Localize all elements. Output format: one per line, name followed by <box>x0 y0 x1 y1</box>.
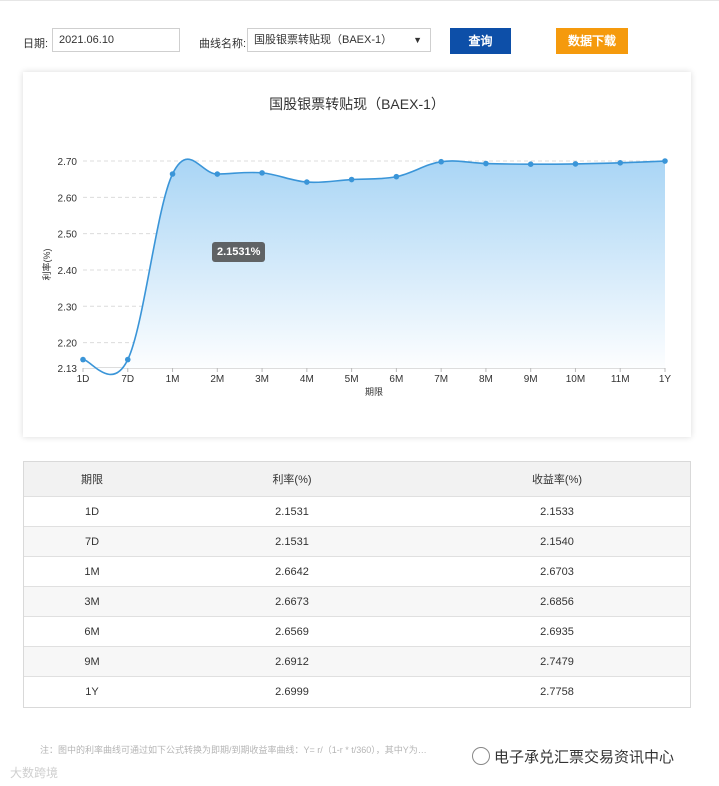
data-point <box>124 356 131 363</box>
data-point <box>80 356 86 363</box>
date-input[interactable]: 2021.06.10 <box>52 28 180 52</box>
date-label: 日期: <box>23 38 49 50</box>
x-tick-label: 5M <box>345 374 359 385</box>
curve-name-label: 曲线名称: <box>199 38 247 50</box>
wechat-logo-icon <box>472 747 490 765</box>
data-point <box>572 161 579 167</box>
table-row: 6M 2.6569 2.6935 <box>24 617 690 647</box>
y-tick-label: 2.60 <box>58 193 78 204</box>
table-row: 9M 2.6912 2.7479 <box>24 647 690 677</box>
data-point <box>662 158 668 164</box>
data-point <box>348 176 355 183</box>
y-tick-label: 2.13 <box>58 364 78 375</box>
watermark-left: 大数跨境 <box>10 766 59 780</box>
query-button[interactable]: 查询 <box>450 28 511 54</box>
table-cell: 2.6673 <box>275 595 309 608</box>
table-cell: 2.1533 <box>540 505 574 518</box>
data-point <box>617 160 624 166</box>
data-point <box>259 170 265 176</box>
table-cell: 2.6703 <box>540 565 574 578</box>
table-row: 1D 2.1531 2.1533 <box>24 497 690 527</box>
data-point <box>214 171 221 177</box>
table-cell: 2.1531 <box>275 505 309 518</box>
table-row: 1M 2.6642 2.6703 <box>24 557 690 587</box>
watermark-right-text: 电子承兑汇票交易资讯中心 <box>494 749 675 766</box>
x-tick-label: 3M <box>255 374 269 385</box>
table-header-row: 期限 利率(%) 收益率(%) <box>24 462 690 497</box>
table-cell: 7D <box>84 535 100 548</box>
formula-note: 注：图中的利率曲线可通过如下公式转换为即期/到期收益率曲线：Y= r/（1-r … <box>40 745 427 755</box>
x-axis-label: 期限 <box>365 387 383 397</box>
x-tick-label: 6M <box>389 374 403 385</box>
chart-tooltip: 2.1531% <box>212 242 266 262</box>
table-row: 7D 2.1531 2.1540 <box>24 527 690 557</box>
x-tick-label: 11M <box>611 374 630 385</box>
data-point <box>304 179 310 185</box>
chart-card: 国股银票转贴现（BAEX-1） 2.13 2.20 2.30 2.40 2.50 2.60… <box>23 72 691 437</box>
watermark-right: 电子承兑汇票交易资讯中心 <box>472 746 674 767</box>
table-cell: 2.1531 <box>275 535 309 548</box>
table-cell: 1Y <box>85 686 99 698</box>
table-cell: 2.7758 <box>540 686 574 698</box>
data-point <box>169 171 176 177</box>
y-tick-label: 2.50 <box>58 230 78 241</box>
curve-select[interactable]: 国股银票转贴现（BAEX-1） ▼ <box>247 28 431 52</box>
x-tick-label: 2M <box>210 374 224 385</box>
table-cell: 2.6856 <box>540 595 574 608</box>
table-header-cell: 期限 <box>81 474 103 486</box>
toolbar: 日期: 2021.06.10 曲线名称: 国股银票转贴现（BAEX-1） ▼ 查… <box>0 0 719 70</box>
y-tick-label: 2.70 <box>58 157 78 168</box>
data-point <box>527 161 534 167</box>
table-cell: 2.1540 <box>540 535 574 548</box>
line-chart: 2.13 2.20 2.30 2.40 2.50 2.60 2.70 1D 7D 1M 2M 3M 4M… <box>41 157 672 397</box>
x-tick-label: 1M <box>166 374 180 385</box>
x-tick-label: 1Y <box>659 374 672 385</box>
table-cell: 2.6935 <box>540 625 574 638</box>
x-tick-label: 9M <box>524 374 538 385</box>
y-tick-label: 2.30 <box>58 302 78 313</box>
x-tick-label: 7M <box>434 374 448 385</box>
y-tick-label: 2.20 <box>58 339 78 350</box>
table-cell: 2.6642 <box>275 565 309 578</box>
table-cell: 2.6999 <box>275 686 309 698</box>
curve-select-value: 国股银票转贴现（BAEX-1） <box>254 34 393 46</box>
table-cell: 9M <box>84 655 100 668</box>
table-cell: 1M <box>84 565 100 578</box>
series-area <box>83 159 665 375</box>
x-tick-label: 7D <box>121 374 134 385</box>
x-tick-label: 10M <box>566 374 585 385</box>
table-cell: 2.6569 <box>275 625 309 638</box>
table-row: 1Y 2.6999 2.7758 <box>24 677 690 707</box>
table-cell: 2.7479 <box>540 655 574 668</box>
x-tick-label: 4M <box>300 374 314 385</box>
table-cell: 3M <box>84 595 100 608</box>
rate-table: 期限 利率(%) 收益率(%) 1D 2.1531 2.1533 7D 2.1531 2.154… <box>23 461 691 708</box>
data-point <box>438 158 444 165</box>
caret-down-icon: ▼ <box>413 35 422 45</box>
table-cell: 6M <box>84 625 100 638</box>
date-value: 2021.06.10 <box>59 34 115 46</box>
data-point <box>393 173 400 180</box>
x-tick-label: 8M <box>479 374 493 385</box>
x-tick-label: 1D <box>77 374 90 385</box>
table-header-cell: 收益率(%) <box>531 474 583 486</box>
download-button[interactable]: 数据下载 <box>556 28 628 54</box>
y-tick-label: 2.40 <box>58 266 78 277</box>
table-row: 3M 2.6673 2.6856 <box>24 587 690 617</box>
table-cell: 2.6912 <box>275 655 309 668</box>
table-cell: 1D <box>84 505 100 518</box>
data-point <box>483 160 489 167</box>
table-header-cell: 利率(%) <box>272 474 312 486</box>
y-axis-label: 利率(%) <box>41 249 52 281</box>
